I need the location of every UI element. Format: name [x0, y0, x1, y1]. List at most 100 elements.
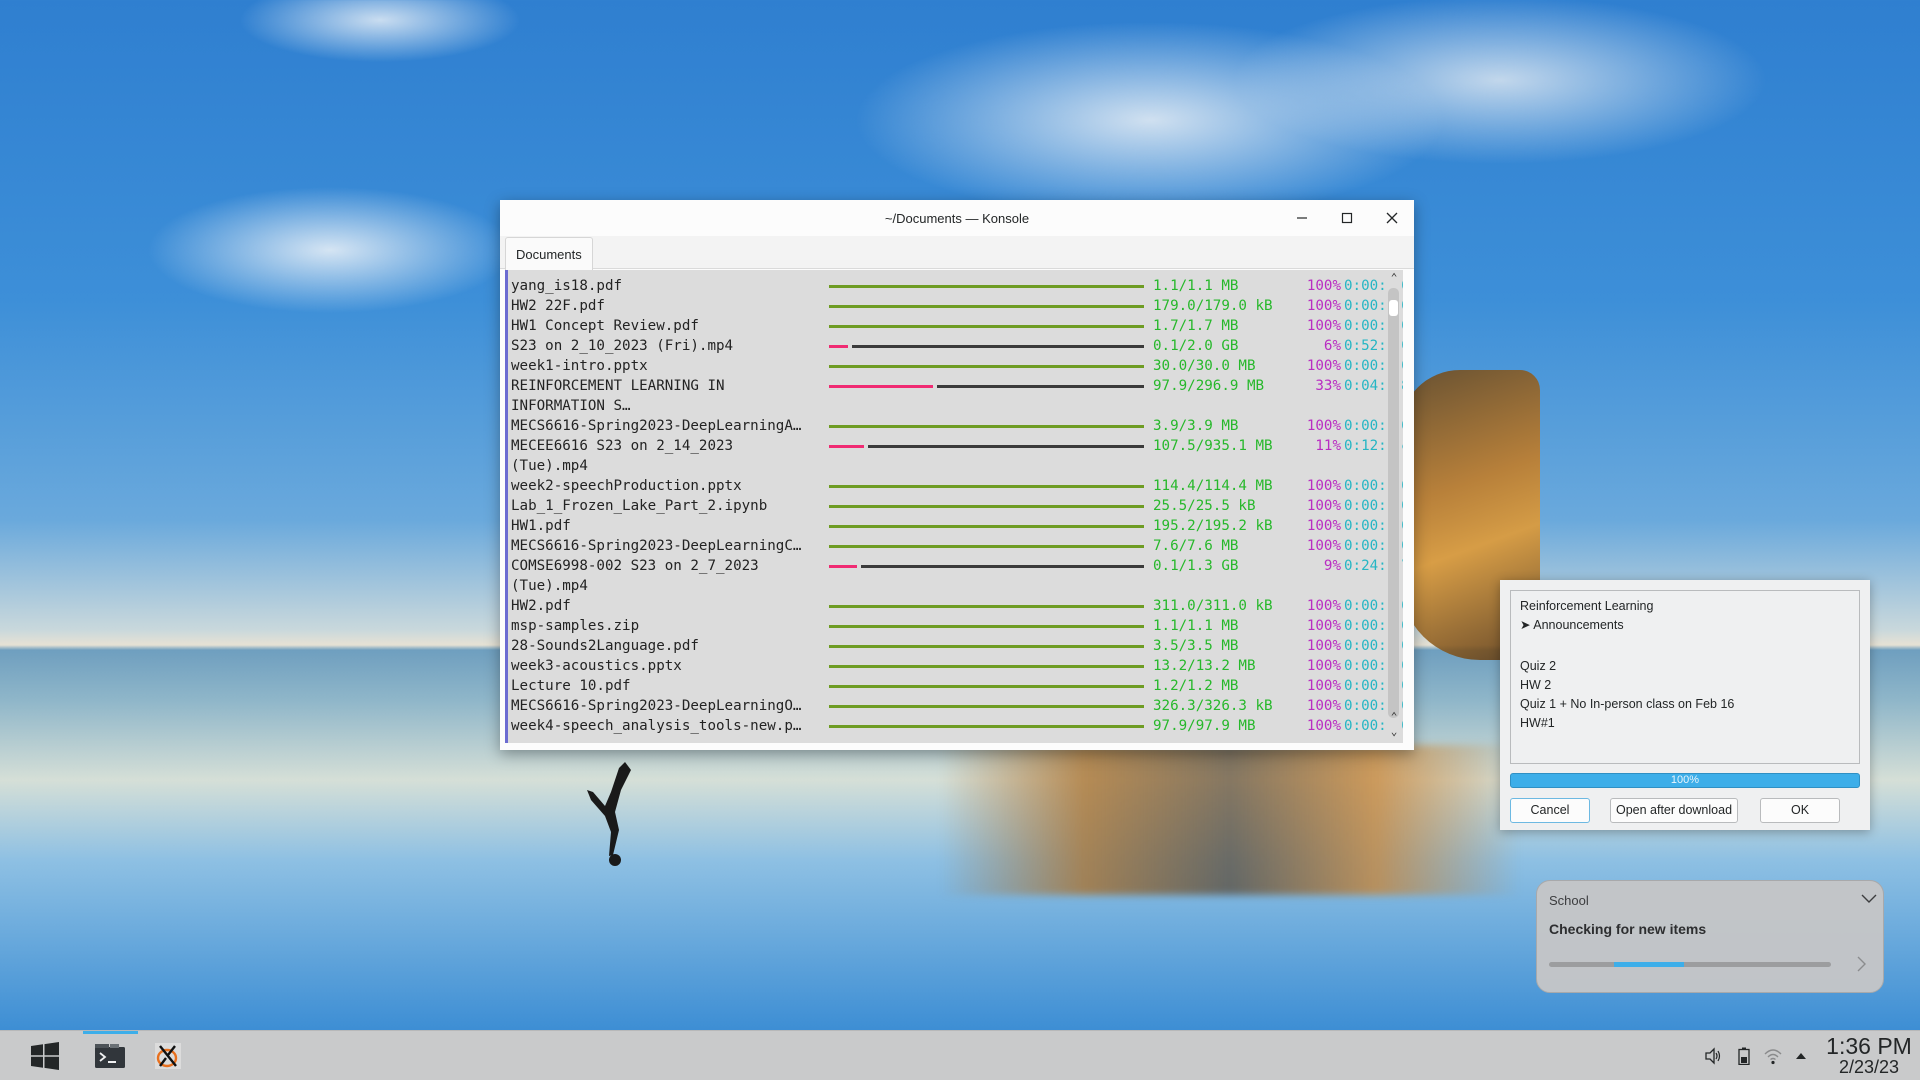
window-titlebar[interactable]: ~/Documents — Konsole: [500, 200, 1414, 236]
expand-tray-icon[interactable]: [1790, 1045, 1812, 1067]
progress-complete: [829, 645, 1144, 648]
file-name: msp-samples.zip: [511, 618, 640, 634]
percent-complete: 100%: [1306, 518, 1341, 534]
download-list: yang_is18.pdf 1.1/1.1 MB 100% 0:00:00 HW2 22…: [511, 276, 1403, 736]
download-progress-bar: [829, 685, 1144, 688]
clock[interactable]: 1:36 PM 2/23/23: [1822, 1034, 1916, 1076]
download-progress-bar: [829, 665, 1144, 668]
start-menu-button[interactable]: [18, 1031, 72, 1080]
percent-complete: 100%: [1306, 278, 1341, 294]
progress-remaining: [852, 345, 1144, 348]
progress-complete: [829, 705, 1144, 708]
download-row: Lecture 10.pdf 1.2/1.2 MB 100% 0:00:00: [511, 676, 1403, 696]
scroll-up-icon[interactable]: ⌃: [1387, 271, 1401, 285]
progress-complete: [829, 685, 1144, 688]
wallpaper-reflection: [940, 745, 1520, 895]
download-row-continuation: (Tue).mp4: [511, 576, 1383, 596]
clock-date: 2/23/23: [1838, 1057, 1900, 1077]
taskbar: 1:36 PM 2/23/23: [0, 1030, 1920, 1080]
wallpaper-person-silhouette: [587, 762, 631, 866]
progress-complete: [829, 665, 1144, 668]
file-name: Lecture 10.pdf: [511, 678, 631, 694]
terminal-view[interactable]: yang_is18.pdf 1.1/1.1 MB 100% 0:00:00 HW2 22…: [505, 270, 1403, 743]
download-row: COMSE6998-002 S23 on 2_7_2023 0.1/1.3 GB 9…: [511, 556, 1403, 576]
file-name: MECS6616-Spring2023-DeepLearningC…: [511, 538, 802, 554]
minimize-button[interactable]: [1288, 204, 1316, 232]
ok-button[interactable]: OK: [1760, 798, 1840, 823]
x-window-icon: [155, 1043, 181, 1069]
progress-complete: [829, 605, 1144, 608]
file-name: S23 on 2_10_2023 (Fri).mp4: [511, 338, 734, 354]
list-item[interactable]: ➤ Announcements: [1520, 615, 1624, 635]
list-item[interactable]: Quiz 2: [1520, 656, 1556, 676]
file-name: MECS6616-Spring2023-DeepLearningA…: [511, 418, 802, 434]
wifi-icon[interactable]: [1762, 1045, 1784, 1067]
download-progress-bar: [829, 285, 1144, 288]
open-after-download-button[interactable]: Open after download: [1610, 798, 1738, 823]
scrollbar[interactable]: ⌃ ⌃ ⌄: [1385, 270, 1402, 743]
file-name: yang_is18.pdf: [511, 278, 623, 294]
percent-complete: 100%: [1306, 638, 1341, 654]
download-row: HW1.pdf 195.2/195.2 kB 100% 0:00:00: [511, 516, 1403, 536]
close-button[interactable]: [1378, 204, 1406, 232]
file-name: COMSE6998-002 S23 on 2_7_2023: [511, 558, 759, 574]
file-name: HW2 22F.pdf: [511, 298, 605, 314]
tab-documents[interactable]: Documents: [505, 237, 593, 270]
progress-complete: [829, 325, 1144, 328]
progress-complete: [829, 365, 1144, 368]
notification-progress-track: [1549, 962, 1831, 967]
download-row: week2-speechProduction.pptx 114.4/114.4 M…: [511, 476, 1403, 496]
notification-progress-busy-indicator: [1614, 962, 1684, 967]
file-size: 3.9/3.9 MB: [1153, 418, 1239, 434]
file-size: 97.9/296.9 MB: [1153, 378, 1265, 394]
percent-complete: 100%: [1306, 538, 1341, 554]
chevron-down-icon[interactable]: [1859, 891, 1879, 907]
file-name-wrapped: (Tue).mp4: [511, 578, 588, 594]
file-name: HW1.pdf: [511, 518, 571, 534]
progress-complete: [829, 505, 1144, 508]
scrollbar-thumb[interactable]: [1389, 300, 1398, 316]
file-name: week4-speech_analysis_tools-new.p…: [511, 718, 802, 734]
list-item[interactable]: HW 2: [1520, 675, 1551, 695]
download-row: week3-acoustics.pptx 13.2/13.2 MB 100% 0:00…: [511, 656, 1403, 676]
file-name: week3-acoustics.pptx: [511, 658, 682, 674]
file-name: week1-intro.pptx: [511, 358, 648, 374]
scroll-down-icon[interactable]: ⌄: [1387, 725, 1401, 739]
download-row-continuation: (Tue).mp4: [511, 456, 1383, 476]
notification-popup[interactable]: School Checking for new items: [1536, 880, 1884, 993]
download-row: yang_is18.pdf 1.1/1.1 MB 100% 0:00:00: [511, 276, 1403, 296]
maximize-button[interactable]: [1333, 204, 1361, 232]
percent-complete: 100%: [1306, 418, 1341, 434]
progress-complete: [829, 285, 1144, 288]
taskbar-konsole[interactable]: [83, 1031, 137, 1080]
scrollbar-track[interactable]: [1388, 288, 1399, 718]
maximize-icon: [1341, 212, 1353, 224]
file-name: MECEE6616 S23 on 2_14_2023: [511, 438, 734, 454]
list-item[interactable]: HW#1: [1520, 713, 1555, 733]
percent-complete: 100%: [1306, 298, 1341, 314]
percent-complete: 9%: [1323, 558, 1341, 574]
item-list[interactable]: Reinforcement Learning ➤ Announcements Qui…: [1510, 590, 1860, 764]
download-progress-bar: [829, 385, 1144, 388]
download-dialog: Reinforcement Learning ➤ Announcements Qui…: [1500, 580, 1870, 830]
file-size: 179.0/179.0 kB: [1153, 298, 1273, 314]
taskbar-xorg[interactable]: [141, 1031, 195, 1080]
file-size: 1.1/1.1 MB: [1153, 618, 1239, 634]
file-size: 0.1/1.3 GB: [1153, 558, 1239, 574]
percent-complete: 100%: [1306, 598, 1341, 614]
download-row: msp-samples.zip 1.1/1.1 MB 100% 0:00:00: [511, 616, 1403, 636]
list-item[interactable]: Reinforcement Learning: [1520, 596, 1653, 616]
chevron-right-icon[interactable]: [1853, 954, 1869, 974]
volume-icon[interactable]: [1702, 1045, 1724, 1067]
file-size: 25.5/25.5 kB: [1153, 498, 1256, 514]
download-row: MECEE6616 S23 on 2_14_2023 107.5/935.1 MB…: [511, 436, 1403, 456]
download-progress-bar: [829, 525, 1144, 528]
battery-icon[interactable]: [1733, 1045, 1755, 1067]
download-row-continuation: INFORMATION S…: [511, 396, 1383, 416]
minimize-icon: [1297, 217, 1307, 219]
file-name: HW2.pdf: [511, 598, 571, 614]
list-item[interactable]: Quiz 1 + No In-person class on Feb 16: [1520, 694, 1734, 714]
cancel-button[interactable]: Cancel: [1510, 798, 1590, 823]
download-row: MECS6616-Spring2023-DeepLearningA… 3.9/3.…: [511, 416, 1403, 436]
scroll-up-bottom-icon[interactable]: ⌃: [1387, 710, 1401, 724]
